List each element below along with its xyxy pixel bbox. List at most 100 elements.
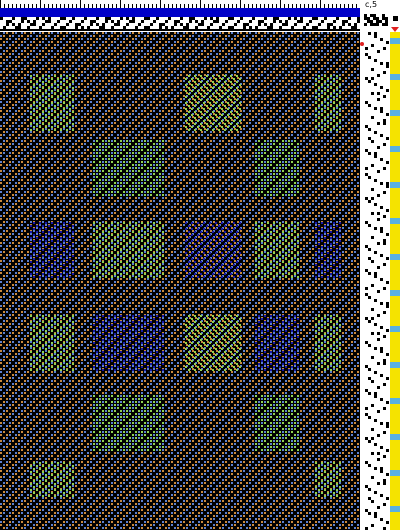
motif-cell [30, 333, 32, 335]
motif-cell [339, 96, 341, 98]
motif-cell [54, 231, 56, 233]
motif-cell [63, 486, 65, 488]
motif-cell [197, 366, 199, 368]
motif-cell [147, 222, 149, 224]
threading-cell [309, 20, 312, 23]
motif-cell [206, 129, 208, 131]
motif-cell [51, 258, 53, 260]
motif-cell [215, 222, 217, 224]
motif-cell [105, 413, 107, 415]
motif-cell [129, 425, 131, 427]
motif-cell [93, 324, 95, 326]
motif-cell [206, 105, 208, 107]
treadling-cell [383, 119, 386, 122]
motif-cell [206, 81, 208, 83]
motif-cell [279, 407, 281, 409]
motif-cell [36, 489, 38, 491]
motif-cell [185, 258, 187, 260]
motif-cell [315, 354, 317, 356]
motif-cell [224, 123, 226, 125]
motif-cell [203, 120, 205, 122]
motif-cell [51, 246, 53, 248]
motif-cell [297, 155, 299, 157]
motif-cell [45, 360, 47, 362]
motif-cell [99, 413, 101, 415]
motif-cell [39, 480, 41, 482]
motif-cell [102, 194, 104, 196]
weft-stripe [390, 326, 400, 329]
motif-cell [270, 152, 272, 154]
motif-cell [273, 185, 275, 187]
motif-cell [99, 222, 101, 224]
threading-cell [327, 23, 330, 26]
motif-cell [261, 348, 263, 350]
motif-cell [156, 237, 158, 239]
motif-cell [330, 495, 332, 497]
motif-cell [120, 416, 122, 418]
motif-cell [285, 234, 287, 236]
motif-cell [270, 404, 272, 406]
motif-cell [327, 336, 329, 338]
motif-cell [267, 149, 269, 151]
motif-cell [239, 348, 241, 350]
drawdown-canvas[interactable] [0, 32, 360, 530]
motif-cell [267, 173, 269, 175]
motif-cell [129, 149, 131, 151]
motif-cell [285, 425, 287, 427]
motif-cell [218, 357, 220, 359]
motif-cell [227, 90, 229, 92]
motif-cell [141, 173, 143, 175]
motif-cell [224, 255, 226, 257]
motif-cell [188, 351, 190, 353]
motif-cell [324, 93, 326, 95]
motif-cell [120, 188, 122, 190]
motif-cell [206, 249, 208, 251]
motif-cell [66, 99, 68, 101]
motif-cell [327, 108, 329, 110]
motif-cell [285, 395, 287, 397]
treadling-grid[interactable] [365, 32, 390, 530]
motif-cell [111, 407, 113, 409]
motif-cell [285, 191, 287, 193]
motif-cell [120, 327, 122, 329]
motif-cell [114, 231, 116, 233]
motif-cell [230, 123, 232, 125]
motif-cell [261, 149, 263, 151]
motif-cell [330, 471, 332, 473]
motif-cell [188, 315, 190, 317]
motif-cell [336, 339, 338, 341]
motif-cell [66, 315, 68, 317]
motif-cell [30, 75, 32, 77]
motif-cell [117, 246, 119, 248]
motif-cell [282, 404, 284, 406]
motif-cell [96, 428, 98, 430]
motif-cell [156, 357, 158, 359]
motif-cell [264, 369, 266, 371]
motif-cell [102, 428, 104, 430]
weft-color-bar[interactable] [390, 32, 400, 530]
motif-cell [221, 318, 223, 320]
motif-cell [188, 87, 190, 89]
motif-cell [258, 428, 260, 430]
motif-cell [264, 273, 266, 275]
motif-cell [135, 228, 137, 230]
motif-cell [191, 366, 193, 368]
motif-cell [99, 264, 101, 266]
motif-cell [69, 366, 71, 368]
threading-grid[interactable] [0, 17, 360, 29]
motif-cell [209, 258, 211, 260]
motif-cell [111, 413, 113, 415]
treadling-cell [383, 311, 386, 314]
motif-cell [315, 492, 317, 494]
motif-cell [315, 276, 317, 278]
tieup-grid[interactable] [364, 14, 390, 28]
motif-cell [147, 407, 149, 409]
motif-cell [203, 228, 205, 230]
motif-cell [117, 155, 119, 157]
warp-color-bar[interactable] [0, 8, 360, 17]
threading-cell [120, 17, 123, 20]
motif-cell [159, 246, 161, 248]
motif-cell [57, 240, 59, 242]
motif-cell [276, 398, 278, 400]
motif-cell [141, 161, 143, 163]
